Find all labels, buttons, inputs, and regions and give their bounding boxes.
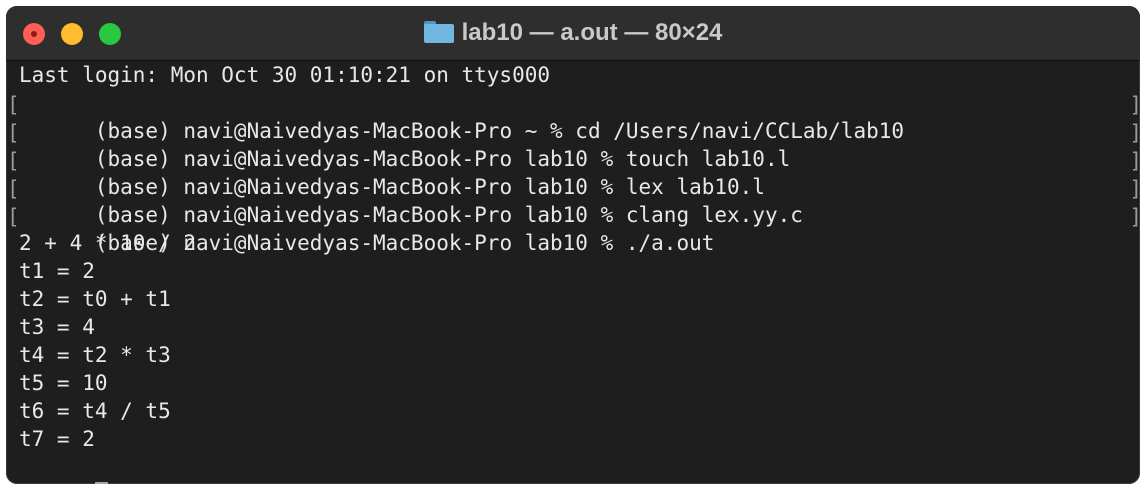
mark-open: [ xyxy=(7,121,20,145)
output-line: t2 = t0 + t1 xyxy=(19,287,171,311)
window-title-text: lab10 — a.out — 80×24 xyxy=(461,19,723,46)
mark-open: [ xyxy=(7,149,20,173)
command-line: [(base) navi@Naivedyas-MacBook-Pro lab10… xyxy=(6,201,1140,255)
cursor-line xyxy=(6,453,1140,484)
window-title: lab10 — a.out — 80×24 xyxy=(6,19,1140,47)
output-line: t7 = 2 xyxy=(19,427,95,451)
terminal-content[interactable]: Last login: Mon Oct 30 01:10:21 on ttys0… xyxy=(6,61,1140,484)
output-line: t1 = 2 xyxy=(19,259,95,283)
mark-open: [ xyxy=(7,177,20,201)
terminal-window: lab10 — a.out — 80×24 Last login: Mon Oc… xyxy=(6,6,1140,484)
folder-icon xyxy=(423,21,454,43)
command-line: [(base) navi@Naivedyas-MacBook-Pro lab10… xyxy=(6,145,1140,199)
output-line: t3 = 4 xyxy=(19,315,95,339)
login-line: Last login: Mon Oct 30 01:10:21 on ttys0… xyxy=(19,63,551,87)
text-cursor xyxy=(94,482,108,484)
output-line: t6 = t4 / t5 xyxy=(19,399,171,423)
output-line: t5 = 10 xyxy=(19,371,108,395)
mark-close: ] xyxy=(1129,175,1140,203)
mark-close: ] xyxy=(1129,203,1140,231)
mark-close: ] xyxy=(1129,119,1140,147)
command-line: [(base) navi@Naivedyas-MacBook-Pro ~ % c… xyxy=(6,89,1140,143)
mark-close: ] xyxy=(1129,147,1140,175)
output-line: t4 = t2 * t3 xyxy=(19,343,171,367)
command-line: [(base) navi@Naivedyas-MacBook-Pro lab10… xyxy=(6,117,1140,171)
mark-open: [ xyxy=(7,205,20,229)
command-line: [(base) navi@Naivedyas-MacBook-Pro lab10… xyxy=(6,173,1140,227)
mark-close: ] xyxy=(1129,91,1140,119)
output-line: 2 + 4 * 10 / 2 xyxy=(19,231,197,255)
title-bar[interactable]: lab10 — a.out — 80×24 xyxy=(6,6,1140,61)
mark-open: [ xyxy=(7,93,20,117)
